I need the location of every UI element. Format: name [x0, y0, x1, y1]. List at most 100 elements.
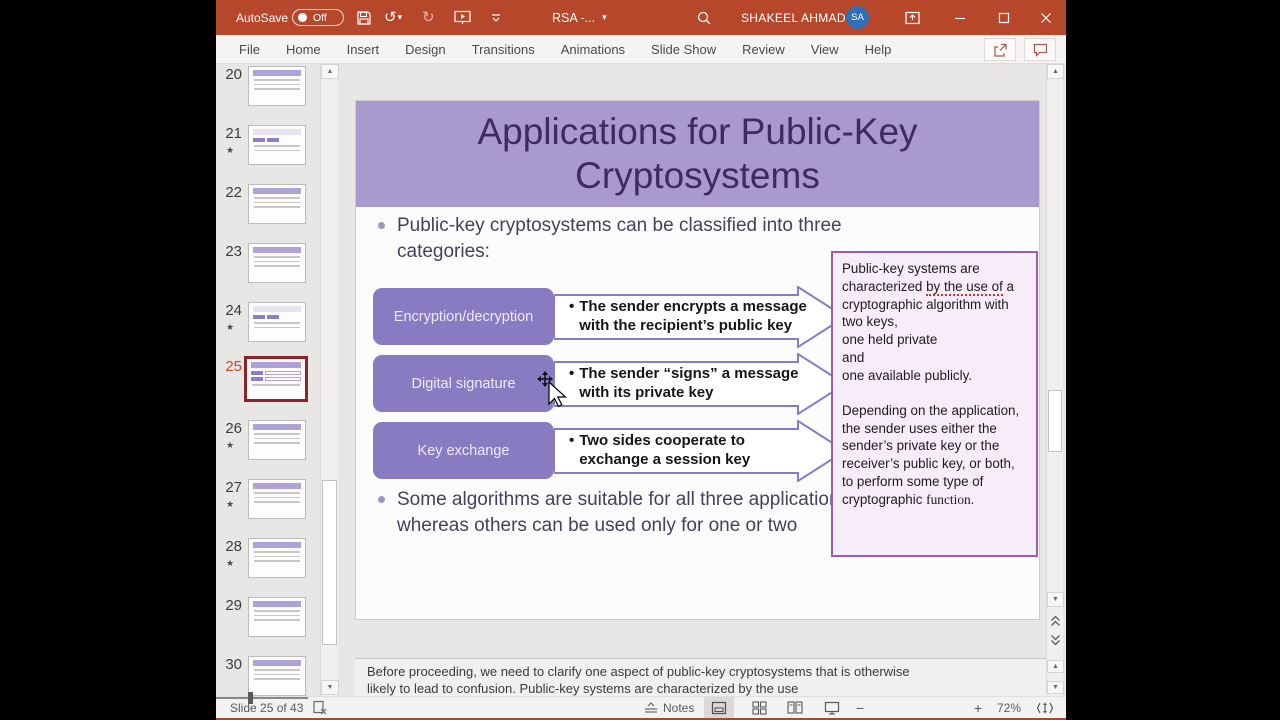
thumbnail-scrollbar-thumb[interactable] [322, 480, 337, 645]
start-slideshow-button[interactable] [454, 0, 471, 35]
category-box[interactable]: Encryption/decryption [373, 288, 554, 345]
category-desc: • The sender “signs” a message with its … [569, 365, 799, 401]
tab-view[interactable]: View [798, 35, 852, 64]
bullet-icon: • [569, 432, 575, 450]
slide-thumbnail-30[interactable]: 30 [216, 654, 320, 696]
minimize-icon [955, 17, 965, 19]
animation-star-icon: ★ [226, 558, 235, 568]
scroll-down-icon: ▼ [326, 684, 334, 691]
slide-scroll-up-button[interactable]: ▲ [1047, 64, 1064, 79]
scroll-down-icon: ▼ [1052, 684, 1059, 691]
slide-indicator[interactable]: Slide 25 of 43 [230, 697, 303, 718]
tab-review[interactable]: Review [729, 35, 798, 64]
category-box[interactable]: Digital signature [373, 355, 554, 412]
undo-button[interactable]: ↺ ▾ [384, 0, 402, 35]
save-button[interactable] [356, 0, 372, 35]
bullet-icon: • [569, 298, 575, 316]
slide-thumbnail-22[interactable]: 22 [216, 182, 320, 239]
title-bar: AutoSave Off ↺ ▾ ↻ RSA -... ▾ SHAKEEL AH… [216, 0, 1066, 35]
slide-scroll-down-button[interactable]: ▼ [1047, 592, 1064, 607]
user-name[interactable]: SHAKEEL AHMAD [741, 0, 846, 35]
comments-icon [1033, 43, 1047, 57]
category-row-key-exchange[interactable]: Key exchange • Two sides cooperate to ex… [373, 420, 853, 482]
body-bullet-1[interactable]: Public-key cryptosystems can be classifi… [378, 213, 902, 265]
tab-transitions[interactable]: Transitions [459, 35, 548, 64]
notes-toggle-button[interactable]: Notes [644, 697, 694, 718]
animation-star-icon: ★ [226, 322, 235, 332]
notes-scroll-up-button[interactable]: ▲ [1047, 660, 1064, 673]
workspace: 20 21 ★ 22 23 24 ★ 25 26 ★ 27 ★ 28 ★ 29 … [216, 64, 1066, 696]
close-button[interactable] [1026, 0, 1066, 35]
body-bullet-2[interactable]: Some algorithms are suitable for all thr… [378, 487, 902, 539]
slide-thumbnail-29[interactable]: 29 [216, 595, 320, 652]
customize-quick-access-toolbar-button[interactable] [482, 0, 510, 35]
reading-view-icon [787, 701, 803, 714]
category-desc: • Two sides cooperate to exchange a sess… [569, 432, 751, 468]
slide-title-placeholder[interactable]: Applications for Public-Key Cryptosystem… [356, 101, 1039, 207]
tab-design[interactable]: Design [392, 35, 458, 64]
maximize-button[interactable] [984, 0, 1024, 35]
category-row-signature[interactable]: Digital signature • The sender “signs” a… [373, 353, 853, 415]
slide-thumbnail-26[interactable]: 26 ★ [216, 418, 320, 475]
ribbon-display-options-icon [904, 11, 920, 24]
tab-animations[interactable]: Animations [548, 35, 638, 64]
slide-thumbnail-28[interactable]: 28 ★ [216, 536, 320, 593]
redo-icon: ↻ [422, 9, 435, 26]
mouse-move-cursor [536, 370, 572, 410]
zoom-in-button[interactable]: + [974, 697, 982, 718]
slide-scrollbar-thumb[interactable] [1048, 390, 1062, 452]
side-textbox[interactable]: Public-key systems are characterized by … [831, 251, 1038, 557]
zoom-slider-thumb[interactable] [248, 692, 253, 704]
tab-home[interactable]: Home [273, 35, 334, 64]
thumbnail-scrollbar[interactable]: ▲ ▼ [320, 64, 339, 696]
spell-check-button[interactable] [312, 697, 328, 718]
reading-view-button[interactable] [780, 697, 810, 718]
thumbnail-scroll-down-button[interactable]: ▼ [321, 680, 339, 695]
share-button[interactable] [984, 38, 1016, 61]
normal-view-button[interactable] [704, 697, 734, 718]
zoom-out-button[interactable]: − [856, 697, 864, 718]
tab-slide-show[interactable]: Slide Show [638, 35, 729, 64]
avatar[interactable]: SA [846, 6, 869, 29]
slide-sorter-view-button[interactable] [744, 697, 774, 718]
next-slide-button[interactable] [1047, 631, 1064, 648]
slide-thumbnail-25[interactable]: 25 [216, 356, 320, 413]
slide-thumbnail-24[interactable]: 24 ★ [216, 300, 320, 357]
slideshow-icon [454, 10, 471, 24]
save-icon [357, 10, 371, 25]
slide-title: Applications for Public-Key Cryptosystem… [477, 111, 918, 196]
thumbnail-scroll-up-button[interactable]: ▲ [321, 64, 339, 79]
zoom-level[interactable]: 72% [997, 697, 1021, 718]
slide-canvas[interactable]: Applications for Public-Key Cryptosystem… [355, 100, 1040, 620]
fit-slide-to-window-button[interactable] [1036, 697, 1054, 718]
sidebox-paragraph-2: Depending on the application, the sender… [842, 402, 1020, 507]
notes-scroll-down-button[interactable]: ▼ [1047, 681, 1064, 694]
double-chevron-down-icon [1051, 634, 1060, 645]
slideshow-view-button[interactable] [817, 697, 847, 718]
comments-button[interactable] [1024, 38, 1056, 61]
sidebox-paragraph-1: Public-key systems are characterized by … [842, 261, 1014, 383]
slide-scrollbar[interactable]: ▲ ▼ ▲ ▼ [1046, 64, 1064, 696]
ribbon-display-options-button[interactable] [892, 0, 932, 35]
document-title[interactable]: RSA -... ▾ [552, 0, 607, 35]
redo-button[interactable]: ↻ [422, 0, 435, 35]
tab-file[interactable]: File [226, 35, 273, 64]
minimize-button[interactable] [940, 0, 980, 35]
tab-insert[interactable]: Insert [334, 35, 393, 64]
category-box[interactable]: Key exchange [373, 422, 554, 479]
category-desc: • The sender encrypts a message with the… [569, 298, 807, 334]
category-row-encryption[interactable]: Encryption/decryption • The sender encry… [373, 286, 853, 348]
slide-thumbnail-20[interactable]: 20 [216, 64, 320, 121]
normal-view-icon [711, 701, 727, 714]
tab-help[interactable]: Help [852, 35, 905, 64]
slide-thumbnail-27[interactable]: 27 ★ [216, 477, 320, 534]
autosave-toggle[interactable]: Off [292, 0, 344, 35]
slide-thumbnail-23[interactable]: 23 [216, 241, 320, 298]
notes-pane[interactable]: Before proceeding, we need to clarify on… [355, 658, 1046, 696]
search-button[interactable] [696, 0, 712, 35]
powerpoint-window: AutoSave Off ↺ ▾ ↻ RSA -... ▾ SHAKEEL AH… [216, 0, 1066, 720]
status-bar: Slide 25 of 43 Notes − + 72% [216, 692, 1066, 720]
previous-slide-button[interactable] [1047, 612, 1064, 629]
slide-thumbnail-21[interactable]: 21 ★ [216, 123, 320, 180]
slideshow-view-icon [824, 701, 840, 715]
